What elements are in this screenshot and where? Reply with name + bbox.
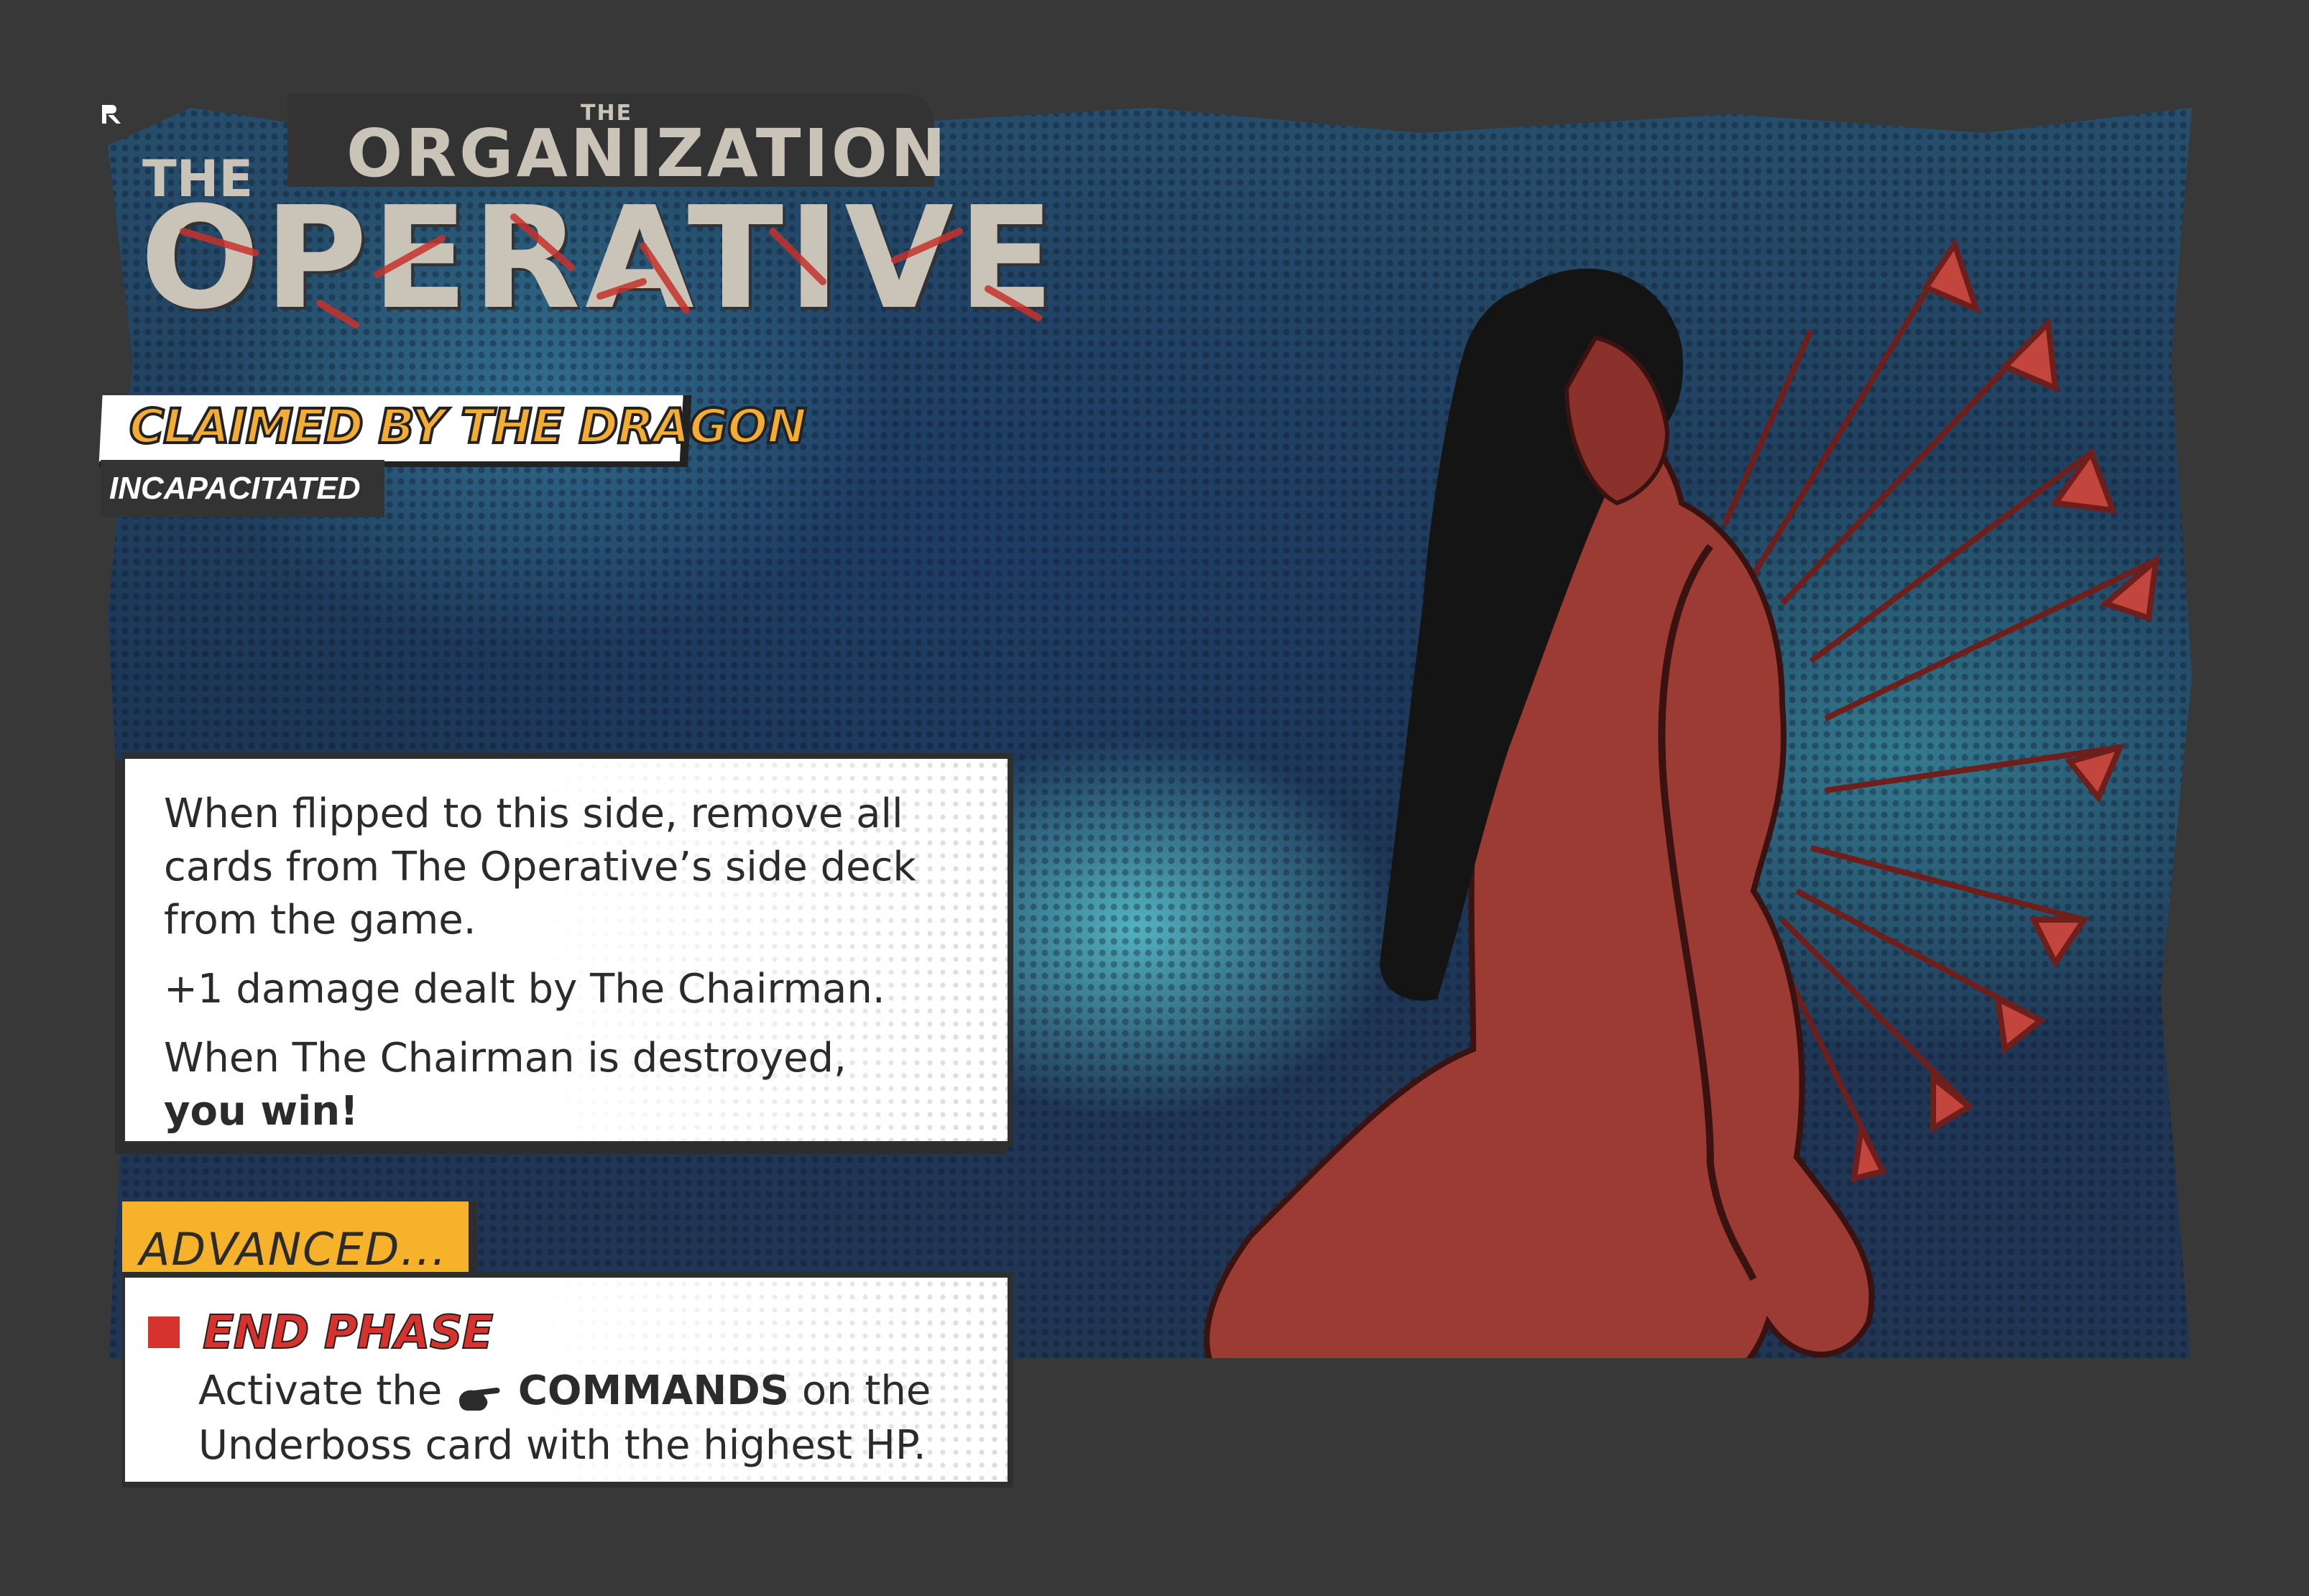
rule-damage: +1 damage dealt by The Chairman. [164, 966, 885, 1013]
operative-illustration [1204, 237, 2160, 1400]
rules-panel: When flipped to this side, remove all ca… [122, 753, 1013, 1147]
rule-win: When The Chairman is destroyed, you win! [164, 1032, 969, 1138]
card-title: OPERATIVE [140, 177, 1059, 341]
status-banner-text: CLAIMED BY THE DRAGON [128, 397, 808, 456]
pointing-hand-icon [455, 1376, 505, 1411]
commands-keyword: COMMANDS [517, 1367, 790, 1414]
end-phase-title: END PHASE [202, 1306, 494, 1360]
status-sub-text: INCAPACITATED [109, 471, 361, 506]
advanced-label: ADVANCED... [139, 1223, 448, 1276]
end-phase-text: Activate the COMMANDS on the Underboss c… [198, 1364, 1003, 1473]
rule-flip: When flipped to this side, remove all ca… [164, 790, 916, 944]
end-phase-mid: on the [801, 1367, 931, 1414]
phase-marker-icon [148, 1316, 180, 1348]
end-phase-suffix: Underboss card with the highest HP. [198, 1422, 926, 1469]
rules-text: When flipped to this side, remove all ca… [164, 788, 969, 1154]
end-phase-prefix: Activate the [198, 1367, 443, 1414]
publisher-logo-icon [99, 102, 124, 126]
rule-win-bold: you win! [164, 1088, 359, 1135]
rule-win-prefix: When The Chairman is destroyed, [164, 1035, 847, 1081]
